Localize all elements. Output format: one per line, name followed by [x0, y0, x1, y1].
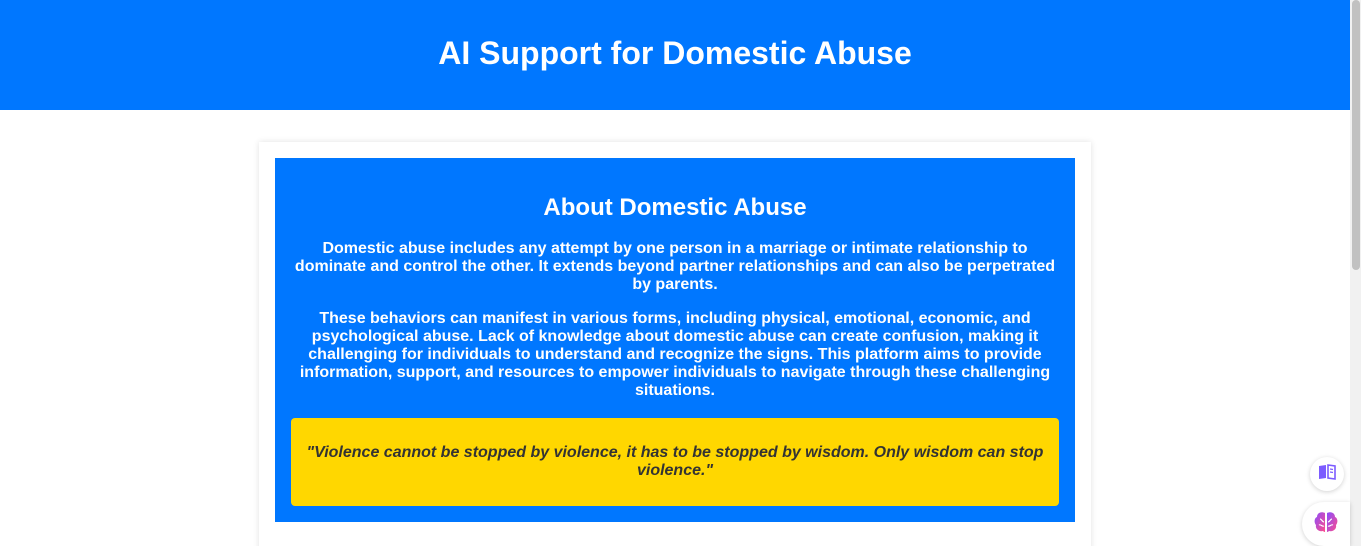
book-icon	[1317, 463, 1337, 486]
about-section: About Domestic Abuse Domestic abuse incl…	[275, 158, 1075, 522]
about-heading: About Domestic Abuse	[543, 194, 807, 221]
quote-text: "Violence cannot be stopped by violence,…	[306, 444, 1044, 479]
page-title: AI Support for Domestic Abuse	[438, 34, 912, 71]
reader-button[interactable]	[1310, 457, 1344, 491]
brain-icon	[1313, 510, 1339, 539]
content-card: About Domestic Abuse Domestic abuse incl…	[259, 142, 1091, 546]
page-scrollbar[interactable]	[1350, 0, 1361, 546]
about-paragraph-2: These behaviors can manifest in various …	[299, 310, 1051, 399]
scrollbar-thumb[interactable]	[1352, 0, 1360, 270]
about-paragraph-1: Domestic abuse includes any attempt by o…	[294, 240, 1056, 293]
quote-box: "Violence cannot be stopped by violence,…	[291, 418, 1059, 506]
site-header: AI Support for Domestic Abuse	[0, 0, 1350, 110]
ai-assistant-button[interactable]	[1302, 502, 1350, 546]
